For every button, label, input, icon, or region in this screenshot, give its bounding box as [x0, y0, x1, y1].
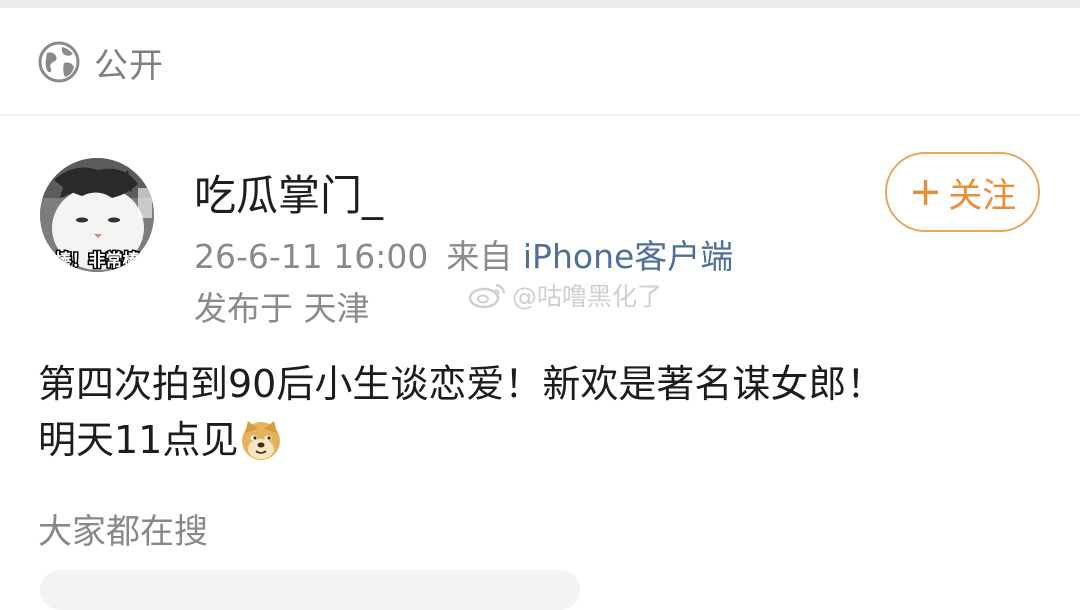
watermark: @咕噜黑化了 [468, 278, 662, 312]
globe-icon [38, 41, 80, 83]
top-separator [0, 0, 1080, 8]
weibo-logo-icon [468, 283, 506, 309]
post-meta: 26-6-11 16:00 来自 iPhone客户端 [194, 230, 733, 278]
trending-searches-label: 大家都在搜 [38, 512, 208, 552]
trending-search-pill[interactable] [40, 570, 580, 610]
post-timestamp: 26-6-11 16:00 [194, 237, 429, 276]
avatar[interactable]: 棒！非常棒 [40, 158, 154, 272]
post-location: 发布于 天津 [194, 289, 370, 328]
post-content-line-1: 第四次拍到90后小生谈恋爱！新欢是著名谋女郎！ [38, 362, 885, 406]
author-name[interactable]: 吃瓜掌门_ [194, 162, 383, 223]
visibility-indicator[interactable]: 公开 [38, 38, 164, 86]
watermark-text: @咕噜黑化了 [512, 282, 663, 311]
post-content-line-2: 明天11点见 [38, 412, 1058, 468]
section-divider [0, 114, 1080, 116]
source-prefix: 来自 [446, 237, 513, 276]
cat-avatar-image: 棒！非常棒 [40, 158, 154, 272]
follow-button[interactable]: + 关注 [885, 152, 1040, 232]
post-content-line-2-text: 明天11点见 [38, 418, 239, 462]
source-client-link[interactable]: iPhone客户端 [523, 237, 733, 276]
follow-button-label: 关注 [948, 175, 1017, 216]
plus-icon: + [908, 169, 943, 215]
post-content: 第四次拍到90后小生谈恋爱！新欢是著名谋女郎！ 明天11点见 [38, 356, 1058, 468]
doge-emoji-icon [242, 421, 281, 460]
visibility-label: 公开 [94, 45, 164, 86]
avatar-caption: 棒！非常棒 [55, 250, 141, 271]
